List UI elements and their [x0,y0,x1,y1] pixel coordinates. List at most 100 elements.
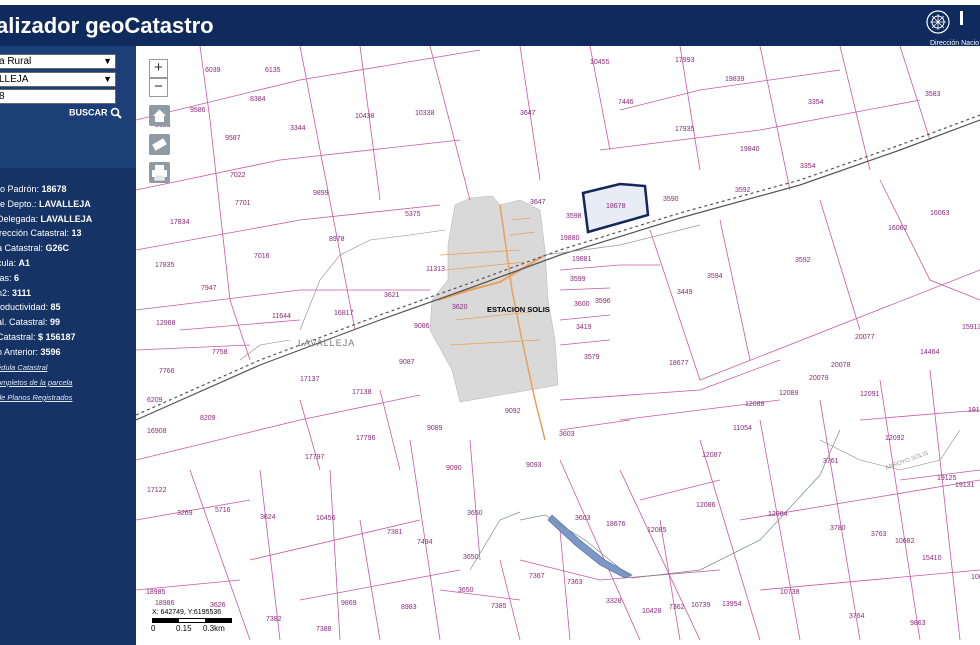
parcel-label: 3269 [177,510,193,517]
parcel-18678-highlight[interactable]: 18678 [581,182,650,234]
parcel-label: 3449 [677,289,693,296]
info-row: irección Catastral: 13 [0,228,137,243]
parcel-boundary [879,179,980,301]
info-value: 3111 [12,287,32,298]
depto-select-value: LLEJA [0,74,29,85]
parcel-label: 9863 [910,620,926,627]
parcel-label: 12968 [156,320,176,327]
info-row: ro Padrón: 18678 [0,184,137,199]
parcel-label: 9869 [341,600,357,607]
parcel-label: 9587 [225,135,241,142]
parcel-label: 10738 [780,589,800,596]
printer-icon [152,165,167,181]
parcel-boundary [559,314,611,321]
link-cedula[interactable]: édula Catastral [0,363,47,372]
home-button[interactable] [149,105,170,126]
scale-label-end: 0.3km [203,624,225,633]
info-value: A1 [18,257,31,268]
info-value: 13 [71,228,82,239]
parcel-label: 3599 [570,276,586,283]
parcel-label: 9093 [526,462,542,469]
depto-select[interactable]: LLEJA ▼ [0,72,116,87]
parcel-label: 12089 [779,390,799,397]
app-title: alizador geoCatastro [0,13,214,38]
info-label: Catastral: [0,331,39,342]
parcel-label: 20079 [809,375,829,382]
parcel-label: 20078 [831,362,851,369]
parcel-label: 9586 [190,107,206,114]
parcel-label: 17137 [300,376,320,383]
parcel-label: 17834 [170,219,190,226]
parcel-label: 3650 [458,587,474,594]
info-row: cula: A1 [0,258,137,273]
parcel-label: 3624 [260,514,276,521]
info-row: roductividad: 85 [0,302,137,317]
parcel-label: 3579 [584,354,600,361]
place-label: LAVALLEJA [298,338,355,348]
place-labels: LAVALLEJAESTACION SOLISARROYO SOLIS [298,305,929,472]
parcel-boundary [559,339,611,346]
parcel-boundaries [136,46,980,641]
parcel-label: 7022 [230,172,246,179]
parcel-label: 10739 [691,602,711,609]
parcel-label: 7381 [387,529,403,536]
info-row: a Catastral: G26C [0,243,137,258]
type-select[interactable]: a Rural ▼ [0,54,116,69]
parcel-label: 18677 [669,360,689,367]
parcel-label: 3598 [566,213,582,220]
info-value: 18678 [41,184,67,194]
parcel-boundary [329,469,341,641]
parcel-label: 17122 [147,487,167,494]
parcel-label: 17797 [305,454,325,461]
zoom-in-button[interactable]: + [149,59,168,78]
info-row: al. Catastral: 99 [0,317,137,332]
info-row: n2: 3111 [0,288,137,303]
parcel-label: 15410 [922,555,942,562]
parcel-boundary [136,139,461,191]
parcel-label: 3354 [800,163,816,170]
parcel-label: 10682 [895,538,915,545]
measure-button[interactable] [149,134,170,155]
parcel-boundary [759,46,791,191]
info-label: Delegada: [0,213,41,224]
parcel-label: 12084 [768,511,788,518]
parcel-label: 7363 [567,579,583,586]
info-value: $ 156187 [38,331,76,342]
scale-label-mid: 0.15 [176,624,192,633]
parcel-boundary [299,569,461,601]
parcel-label: 17835 [155,262,175,269]
parcel-label: 7367 [529,573,545,580]
info-value: 85 [50,302,61,313]
parcel-label: 16817 [334,310,354,317]
print-button[interactable] [149,162,170,183]
info-value: 3596 [40,346,61,357]
padron-input[interactable]: 8 [0,89,116,104]
link-datos-parcela[interactable]: ompletos de la parcela [0,378,72,387]
parcel-boundary [136,344,251,351]
parcel-label: 6209 [147,397,163,404]
parcel-boundary [679,46,701,171]
parcel-boundary [429,46,471,201]
parcel-boundary [659,519,681,641]
parcel-label: 9086 [414,323,430,330]
home-icon [153,109,166,122]
parcel-boundary [719,219,751,361]
parcel-label: 3647 [530,199,546,206]
parcel-label: 19881 [572,256,592,263]
parcel-label: 7947 [201,285,217,292]
parcel-label: 6039 [205,67,221,74]
parcel-label: 7382 [266,616,282,623]
parcel-boundary [649,229,701,381]
zoom-out-button[interactable]: − [149,78,168,97]
link-planos[interactable]: de Planos Registrados [0,393,72,402]
parcel-label: 3603 [575,515,591,522]
parcel-boundary [299,46,356,331]
info-label: re Depto.: [0,198,40,209]
scale-bar [152,618,232,623]
map-canvas[interactable]: 18678 6039613595868384362595873344104381… [136,46,980,645]
parcel-label: 9899 [313,190,329,197]
parcel-label: 6135 [265,67,281,74]
search-button[interactable]: BUSCAR [69,107,122,119]
urban-area [429,195,559,403]
parcel-label: 7362 [669,604,685,611]
